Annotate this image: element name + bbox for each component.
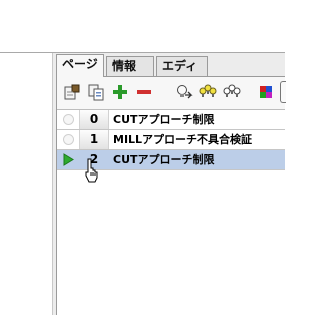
remove-page-icon[interactable] — [135, 83, 153, 101]
top-blank-area — [0, 0, 285, 52]
panel-splitter[interactable] — [52, 53, 53, 315]
tab-editor[interactable]: エディタ — [156, 56, 208, 92]
play-icon — [61, 152, 76, 167]
duplicate-page-icon[interactable] — [87, 83, 105, 101]
hand-cursor-icon — [84, 158, 100, 184]
page-name: CUTアプローチ制限 — [113, 153, 215, 166]
page-status-icon — [61, 132, 76, 147]
page-name: CUTアプローチ制限 — [113, 113, 215, 126]
add-page-icon[interactable] — [111, 83, 129, 101]
page-status-icon — [61, 112, 76, 127]
page-properties-icon[interactable] — [63, 83, 81, 101]
color-palette-icon[interactable] — [257, 83, 275, 101]
page-row[interactable]: 1 MILLアプローチ不具合検証 — [57, 130, 285, 150]
page-tab-content: 0 CUTアプローチ制限 1 MILLアプローチ不具合検証 2 CUTアプローチ… — [56, 76, 286, 316]
tab-page[interactable]: ページ — [56, 54, 104, 77]
page-list: 0 CUTアプローチ制限 1 MILLアプローチ不具合検証 2 CUTアプローチ… — [57, 109, 285, 316]
page-number: 0 — [79, 110, 109, 129]
lightbulb-arrow-icon[interactable] — [175, 83, 193, 101]
lightbulbs-off-icon[interactable] — [223, 83, 241, 101]
toolbar-overflow-button[interactable] — [280, 81, 286, 103]
page-name: MILLアプローチ不具合検証 — [113, 133, 253, 146]
tab-info[interactable]: 情報 — [106, 56, 154, 76]
page-number: 1 — [79, 130, 109, 149]
page-row[interactable]: 0 CUTアプローチ制限 — [57, 110, 285, 130]
page-toolbar — [57, 81, 286, 105]
left-blank-area — [0, 53, 52, 315]
lightbulbs-on-icon[interactable] — [199, 83, 217, 101]
